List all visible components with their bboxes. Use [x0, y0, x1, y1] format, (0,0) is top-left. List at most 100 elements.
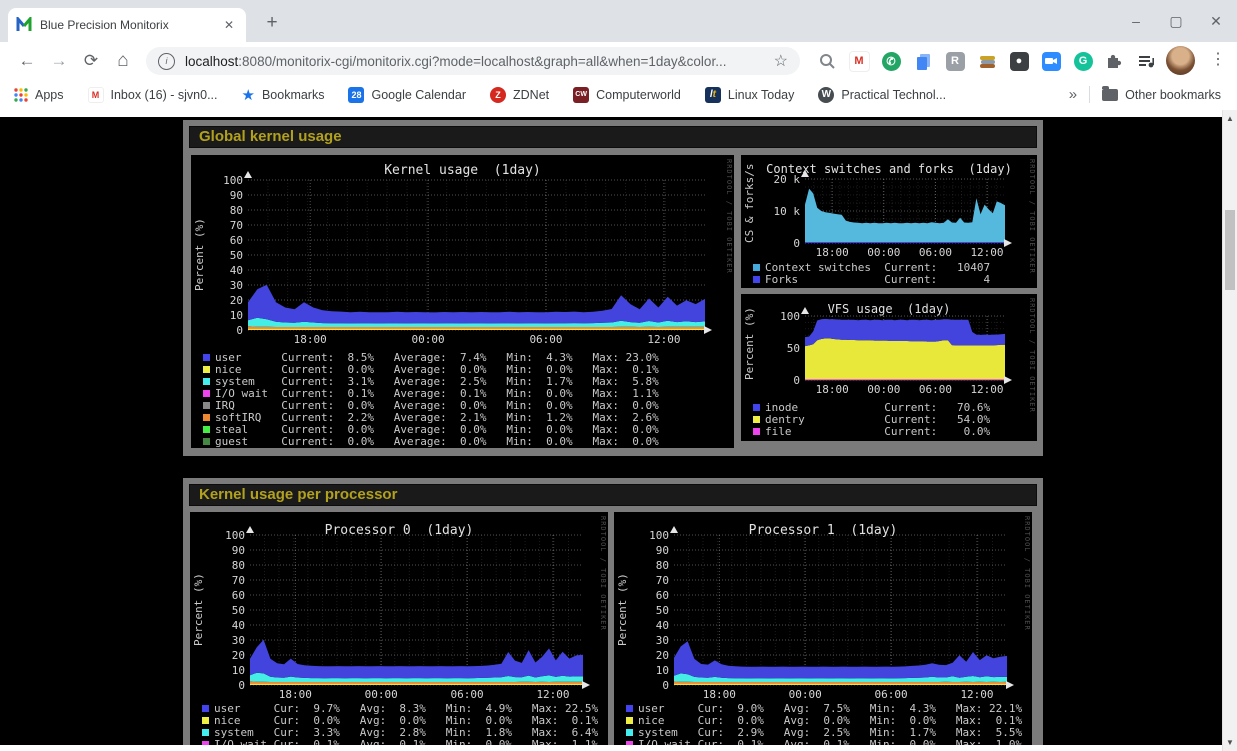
vfs-usage-graph[interactable]: VFS usage (1day) Percent (%) RRDTOOL / T… [741, 294, 1037, 441]
reload-icon[interactable]: ⟳ [78, 48, 104, 74]
bookmark-inbox[interactable]: M Inbox (16) - sjvn0... [88, 87, 218, 103]
monitorix-favicon-icon [16, 17, 32, 33]
svg-text:00:00: 00:00 [365, 688, 398, 701]
address-bar[interactable]: i localhost:8080/monitorix-cgi/monitorix… [146, 47, 800, 75]
legend-row: system Current: 3.1% Average: 2.5% Min: … [203, 375, 659, 387]
home-icon[interactable]: ⌂ [110, 48, 136, 74]
svg-text:00:00: 00:00 [867, 383, 900, 396]
profile-avatar[interactable] [1166, 46, 1195, 75]
back-icon[interactable]: ← [14, 48, 40, 74]
tab-close-icon[interactable]: ✕ [220, 16, 238, 34]
browser-menu-icon[interactable]: ⋮ [1206, 48, 1230, 72]
svg-text:60: 60 [230, 234, 243, 247]
legend-row: nice Cur: 0.0% Avg: 0.0% Min: 0.0% Max: … [626, 714, 1022, 726]
legend-color-swatch [202, 729, 209, 736]
browser-window: Blue Precision Monitorix ✕ + – ▢ ✕ ← → ⟳… [0, 0, 1237, 751]
legend-row: dentry Current: 54.0% [753, 413, 990, 425]
new-tab-button[interactable]: + [260, 11, 284, 35]
processor-1-legend: user Cur: 9.0% Avg: 7.5% Min: 4.3% Max: … [626, 702, 1022, 745]
svg-text:00:00: 00:00 [789, 688, 822, 701]
svg-text:10 k: 10 k [774, 205, 801, 218]
bookmark-computerworld[interactable]: CW Computerworld [573, 87, 681, 103]
grammarly-extension-icon[interactable]: G [1071, 49, 1095, 73]
books-extension-icon[interactable] [975, 49, 999, 73]
svg-text:00:00: 00:00 [412, 333, 445, 346]
bookmark-practical-technology[interactable]: W Practical Technol... [818, 87, 946, 103]
legend-color-swatch [202, 717, 209, 724]
legend-color-swatch [203, 438, 210, 445]
bookmark-star-icon[interactable]: ☆ [774, 51, 788, 71]
processor-1-graph[interactable]: Processor 1 (1day) Percent (%) RRDTOOL /… [614, 512, 1032, 745]
browser-toolbar: ← → ⟳ ⌂ i localhost:8080/monitorix-cgi/m… [0, 42, 1237, 79]
page-info-icon[interactable]: i [158, 53, 175, 70]
legend-color-swatch [202, 741, 209, 746]
svg-text:10: 10 [656, 664, 669, 677]
svg-text:00:00: 00:00 [867, 246, 900, 259]
svg-text:12:00: 12:00 [960, 688, 993, 701]
scroll-down-icon[interactable]: ▼ [1223, 738, 1237, 747]
kernel-usage-legend: user Current: 8.5% Average: 7.4% Min: 4.… [203, 351, 659, 447]
legend-color-swatch [626, 741, 633, 746]
svg-text:0: 0 [793, 374, 800, 387]
password-extension-icon[interactable]: ● [1007, 49, 1031, 73]
r-extension-icon[interactable]: R [943, 49, 967, 73]
svg-text:10: 10 [232, 664, 245, 677]
legend-row: Forks Current: 4 [753, 273, 990, 285]
search-extension-icon[interactable] [815, 49, 839, 73]
svg-text:50: 50 [230, 249, 243, 262]
bookmark-zdnet[interactable]: Z ZDNet [490, 87, 549, 103]
bookmark-linux-today[interactable]: lt Linux Today [705, 87, 795, 103]
calendar-icon: 28 [348, 87, 364, 103]
svg-text:06:00: 06:00 [529, 333, 562, 346]
svg-text:70: 70 [232, 574, 245, 587]
svg-text:12:00: 12:00 [970, 246, 1003, 259]
svg-text:12:00: 12:00 [647, 333, 680, 346]
legend-color-swatch [203, 378, 210, 385]
other-bookmarks-button[interactable]: Other bookmarks [1102, 88, 1221, 102]
section-title: Global kernel usage [189, 126, 1037, 148]
bookmark-google-calendar[interactable]: 28 Google Calendar [348, 87, 466, 103]
legend-color-swatch [626, 705, 633, 712]
kernel-usage-graph[interactable]: Kernel usage (1day) Percent (%) RRDTOOL … [191, 155, 734, 448]
apps-grid-icon [14, 88, 28, 102]
playlist-extension-icon[interactable] [1134, 49, 1158, 73]
bookmarks-overflow-icon[interactable]: » [1069, 86, 1077, 103]
browser-tab[interactable]: Blue Precision Monitorix ✕ [8, 8, 246, 42]
legend-row: nice Current: 0.0% Average: 0.0% Min: 0.… [203, 363, 659, 375]
svg-text:10: 10 [230, 309, 243, 322]
extensions-puzzle-icon[interactable] [1102, 49, 1126, 73]
legend-color-swatch [753, 264, 760, 271]
legend-row: system Cur: 3.3% Avg: 2.8% Min: 1.8% Max… [202, 726, 598, 738]
svg-text:18:00: 18:00 [279, 688, 312, 701]
legend-color-swatch [753, 276, 760, 283]
voice-extension-icon[interactable]: ✆ [879, 49, 903, 73]
legend-color-swatch [203, 426, 210, 433]
zoom-extension-icon[interactable] [1039, 49, 1063, 73]
svg-text:18:00: 18:00 [294, 333, 327, 346]
forward-icon[interactable]: → [46, 48, 72, 74]
legend-row: user Current: 8.5% Average: 7.4% Min: 4.… [203, 351, 659, 363]
divider [1089, 86, 1090, 103]
legend-row: guest Current: 0.0% Average: 0.0% Min: 0… [203, 435, 659, 447]
legend-row: system Cur: 2.9% Avg: 2.5% Min: 1.7% Max… [626, 726, 1022, 738]
legend-color-swatch [203, 402, 210, 409]
page-viewport: Global kernel usage Kernel usage (1day) … [0, 110, 1237, 751]
section-global-kernel-usage: Global kernel usage Kernel usage (1day) … [183, 120, 1043, 456]
legend-row: I/O wait Cur: 0.1% Avg: 0.1% Min: 0.0% M… [626, 738, 1022, 745]
bookmark-bookmarks[interactable]: ★ Bookmarks [242, 86, 325, 104]
scroll-up-icon[interactable]: ▲ [1223, 114, 1237, 123]
processor-0-graph[interactable]: Processor 0 (1day) Percent (%) RRDTOOL /… [190, 512, 608, 745]
context-switches-graph[interactable]: Context switches and forks (1day) CS & f… [741, 155, 1037, 288]
minimize-icon[interactable]: – [1123, 8, 1149, 34]
scrollbar-thumb[interactable] [1225, 210, 1235, 290]
bookmark-apps[interactable]: Apps [14, 88, 64, 102]
copy-pages-extension-icon[interactable] [911, 49, 935, 73]
svg-text:90: 90 [656, 544, 669, 557]
svg-text:12:00: 12:00 [536, 688, 569, 701]
svg-text:0: 0 [662, 679, 669, 692]
vertical-scrollbar[interactable]: ▲ ▼ [1222, 110, 1237, 751]
gmail-extension-icon[interactable]: M [847, 49, 871, 73]
close-icon[interactable]: ✕ [1203, 8, 1229, 34]
maximize-icon[interactable]: ▢ [1163, 8, 1189, 34]
svg-text:70: 70 [656, 574, 669, 587]
